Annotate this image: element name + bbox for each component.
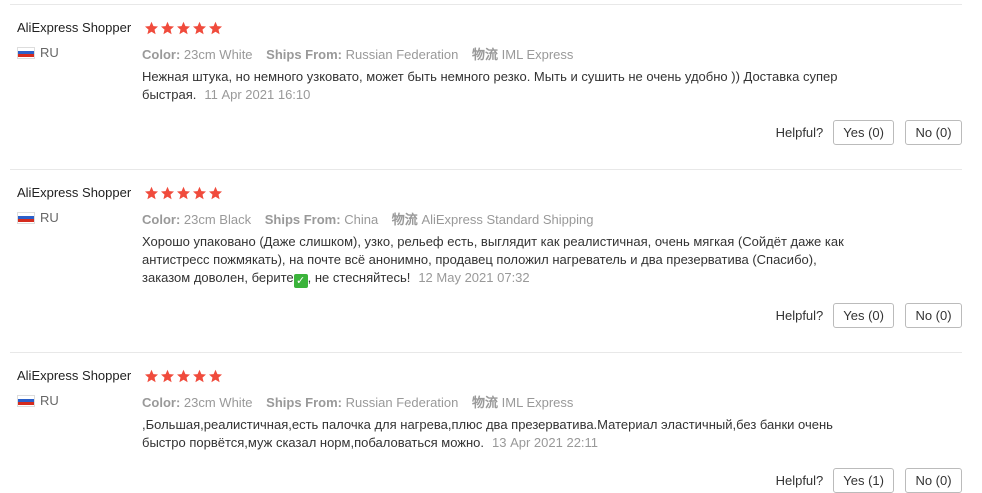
star-icon [209, 21, 222, 35]
star-icon [145, 21, 158, 35]
color-key: Color: [142, 212, 181, 227]
helpful-yes-button[interactable]: Yes (0) [833, 303, 894, 328]
helpful-label: Helpful? [775, 125, 824, 140]
star-icon [161, 369, 174, 383]
star-icon [177, 369, 190, 383]
star-icon [161, 186, 174, 200]
logistics-key: 物流 [391, 212, 418, 227]
helpful-controls: Helpful? Yes (0) No (0) [776, 120, 962, 145]
color-key: Color: [142, 47, 181, 62]
star-icon [161, 21, 174, 35]
logistics-value: AliExpress Standard Shipping [421, 212, 594, 227]
review-date: 13 Apr 2021 22:11 [492, 435, 599, 450]
ships-from-value: Russian Federation [345, 47, 459, 62]
product-attributes: Color: 23cm White Ships From: Russian Fe… [142, 392, 583, 411]
reviewer-country: RU [17, 393, 59, 408]
helpful-label: Helpful? [775, 473, 824, 488]
review-text: Хорошо упаковано (Даже слишком), узко, р… [142, 233, 862, 288]
russia-flag-icon [17, 211, 35, 224]
country-code: RU [40, 393, 59, 408]
logistics-value: IML Express [501, 47, 574, 62]
helpful-no-button[interactable]: No (0) [905, 303, 962, 328]
review-text: Нежная штука, но немного узковато, может… [142, 68, 862, 104]
star-icon [193, 186, 206, 200]
helpful-controls: Helpful? Yes (1) No (0) [776, 468, 962, 493]
ships-from-value: China [344, 212, 379, 227]
helpful-yes-button[interactable]: Yes (0) [833, 120, 894, 145]
review-separator [10, 352, 962, 353]
country-code: RU [40, 210, 59, 225]
star-rating [144, 186, 223, 200]
star-icon [209, 369, 222, 383]
logistics-value: IML Express [501, 395, 574, 410]
star-rating [144, 21, 223, 35]
review-date: 12 May 2021 07:32 [418, 270, 530, 285]
reviewer-name: AliExpress Shopper [17, 20, 132, 35]
review-date: 11 Apr 2021 16:10 [204, 87, 311, 102]
reviewer-name: AliExpress Shopper [17, 185, 132, 200]
helpful-no-button[interactable]: No (0) [905, 120, 962, 145]
review-separator [10, 169, 962, 170]
helpful-yes-button[interactable]: Yes (1) [833, 468, 894, 493]
review-body: ,Большая,реалистичная,есть палочка для н… [142, 417, 833, 450]
star-icon [193, 369, 206, 383]
reviewer-country: RU [17, 45, 59, 60]
star-icon [145, 369, 158, 383]
logistics-key: 物流 [472, 395, 499, 410]
review-text: ,Большая,реалистичная,есть палочка для н… [142, 416, 862, 452]
country-code: RU [40, 45, 59, 60]
review-body-end: , не стесняйтесь! [307, 270, 411, 285]
ships-from-key: Ships From: [264, 212, 341, 227]
review-item: AliExpress Shopper RU Color: 23cm White … [0, 368, 962, 493]
star-icon [209, 186, 222, 200]
star-icon [177, 186, 190, 200]
ships-from-key: Ships From: [266, 47, 343, 62]
check-mark-emoji-icon: ✓ [293, 274, 308, 288]
color-key: Color: [142, 395, 181, 410]
color-value: 23cm Black [183, 212, 252, 227]
star-rating [144, 369, 223, 383]
helpful-no-button[interactable]: No (0) [905, 468, 962, 493]
reviewer-name: AliExpress Shopper [17, 368, 132, 383]
product-attributes: Color: 23cm Black Ships From: China 物流 A… [142, 209, 603, 228]
helpful-label: Helpful? [775, 308, 824, 323]
star-icon [177, 21, 190, 35]
review-separator [10, 4, 962, 5]
helpful-controls: Helpful? Yes (0) No (0) [776, 303, 962, 328]
color-value: 23cm White [183, 47, 253, 62]
russia-flag-icon [17, 46, 35, 59]
russia-flag-icon [17, 394, 35, 407]
logistics-key: 物流 [472, 47, 499, 62]
star-icon [145, 186, 158, 200]
ships-from-value: Russian Federation [345, 395, 459, 410]
reviewer-country: RU [17, 210, 59, 225]
product-attributes: Color: 23cm White Ships From: Russian Fe… [142, 44, 583, 63]
star-icon [193, 21, 206, 35]
ships-from-key: Ships From: [266, 395, 343, 410]
review-item: AliExpress Shopper RU Color: 23cm Black … [0, 185, 962, 335]
color-value: 23cm White [183, 395, 253, 410]
review-item: AliExpress Shopper RU Color: 23cm White … [0, 20, 962, 150]
